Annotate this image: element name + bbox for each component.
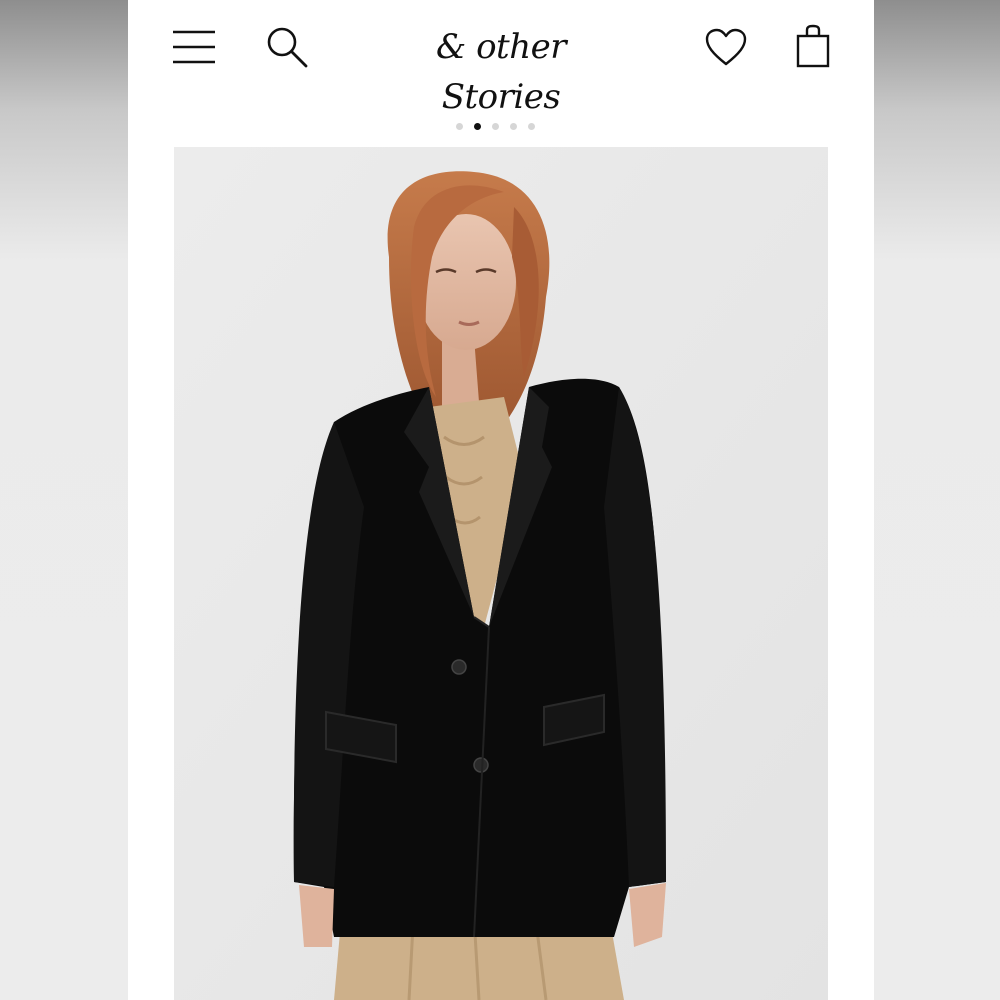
product-image[interactable]: [174, 147, 828, 1000]
carousel-indicator: [456, 123, 535, 131]
heart-icon[interactable]: [705, 28, 747, 68]
shopping-bag-icon[interactable]: [795, 24, 831, 68]
right-background: [874, 0, 1000, 1000]
hamburger-menu-icon[interactable]: [172, 28, 216, 66]
search-icon[interactable]: [265, 25, 309, 69]
site-header: & other Stories: [128, 0, 874, 117]
carousel-dot[interactable]: [456, 123, 463, 130]
brand-logo[interactable]: & other Stories: [386, 22, 616, 117]
carousel-dot[interactable]: [492, 123, 499, 130]
carousel-dot-active[interactable]: [474, 123, 481, 130]
mobile-page: & other Stories: [128, 0, 874, 1000]
left-background: [0, 0, 128, 1000]
carousel-dot[interactable]: [528, 123, 535, 130]
carousel-dot[interactable]: [510, 123, 517, 130]
